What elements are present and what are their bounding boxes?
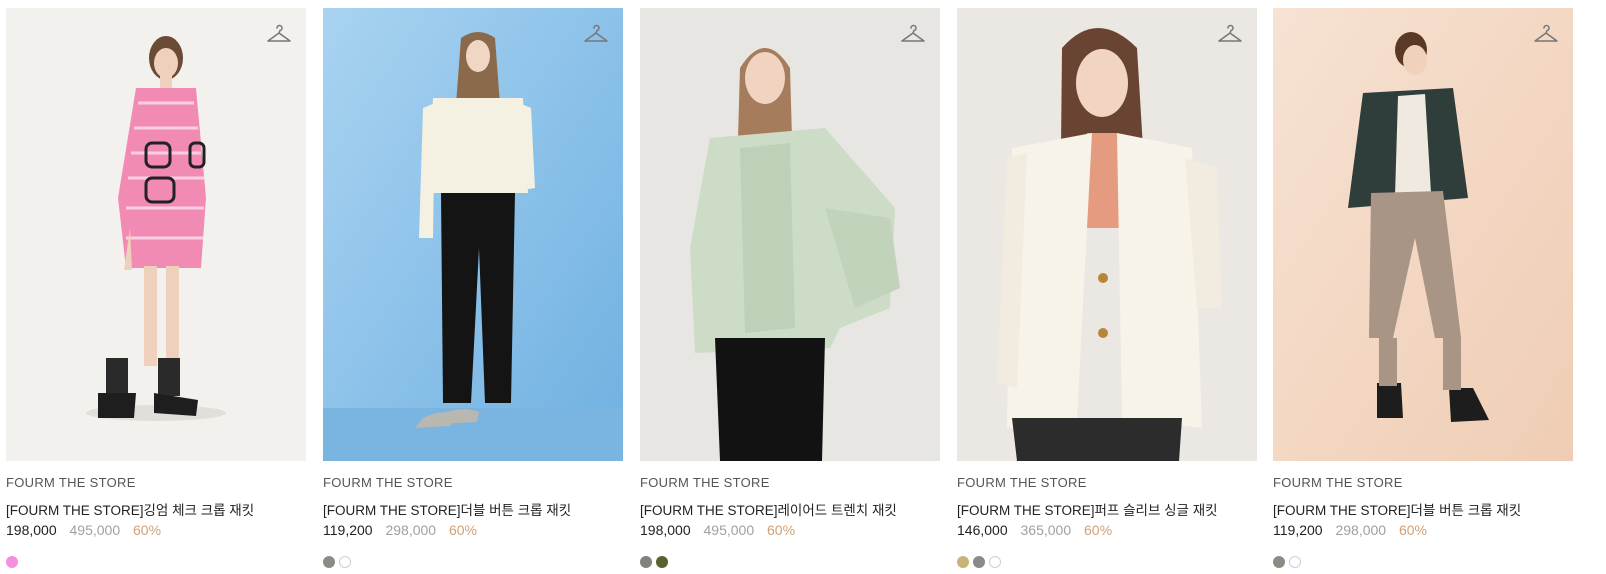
- color-swatch-pink[interactable]: [6, 556, 18, 568]
- discount-rate: 60%: [1084, 522, 1113, 538]
- product-name[interactable]: [FOURM THE STORE]더블 버튼 크롭 재킷: [1273, 499, 1573, 518]
- original-price: 298,000: [385, 522, 437, 538]
- discount-rate: 60%: [448, 522, 477, 538]
- product-image[interactable]: [1273, 8, 1573, 461]
- sale-price: 146,000: [957, 522, 1008, 538]
- product-photo: [6, 8, 306, 461]
- hanger-icon[interactable]: [1217, 22, 1243, 48]
- hanger-icon[interactable]: [583, 22, 609, 48]
- hanger-icon[interactable]: [1533, 22, 1559, 48]
- color-swatches: [6, 556, 306, 570]
- color-swatch-gray[interactable]: [1273, 556, 1285, 568]
- product-card[interactable]: FOURM THE STORE [FOURM THE STORE]깅엄 체크 크…: [6, 8, 306, 574]
- discount-rate: 60%: [767, 522, 796, 538]
- sale-price: 119,200: [1273, 522, 1323, 538]
- original-price: 365,000: [1020, 522, 1072, 538]
- brand-label[interactable]: FOURM THE STORE: [323, 475, 623, 491]
- color-swatches: [957, 556, 1257, 570]
- product-card[interactable]: FOURM THE STORE [FOURM THE STORE]더블 버튼 크…: [323, 8, 623, 574]
- product-photo: [1273, 8, 1573, 461]
- product-grid: FOURM THE STORE [FOURM THE STORE]깅엄 체크 크…: [0, 0, 1606, 574]
- product-image[interactable]: [323, 8, 623, 461]
- product-card[interactable]: FOURM THE STORE [FOURM THE STORE]더블 버튼 크…: [1273, 8, 1573, 574]
- color-swatch-gray[interactable]: [973, 556, 985, 568]
- original-price: 495,000: [69, 522, 121, 538]
- color-swatches: [640, 556, 940, 570]
- original-price: 298,000: [1335, 522, 1387, 538]
- brand-label[interactable]: FOURM THE STORE: [1273, 475, 1573, 491]
- product-name[interactable]: [FOURM THE STORE]더블 버튼 크롭 재킷: [323, 499, 623, 518]
- brand-label[interactable]: FOURM THE STORE: [957, 475, 1257, 491]
- color-swatch-white[interactable]: [989, 556, 1001, 568]
- discount-rate: 60%: [133, 522, 162, 538]
- hanger-icon[interactable]: [900, 22, 926, 48]
- product-photo: [640, 8, 940, 461]
- brand-label[interactable]: FOURM THE STORE: [640, 475, 940, 491]
- sale-price: 198,000: [640, 522, 691, 538]
- product-card[interactable]: FOURM THE STORE [FOURM THE STORE]레이어드 트렌…: [640, 8, 940, 574]
- price-row: 146,000 365,000 60%: [957, 522, 1257, 540]
- product-card[interactable]: FOURM THE STORE [FOURM THE STORE]퍼프 슬리브 …: [957, 8, 1257, 574]
- color-swatch-gray-green[interactable]: [640, 556, 652, 568]
- product-photo: [323, 8, 623, 461]
- product-photo: [957, 8, 1257, 461]
- product-image[interactable]: [957, 8, 1257, 461]
- sale-price: 198,000: [6, 522, 57, 538]
- color-swatch-gray[interactable]: [323, 556, 335, 568]
- product-name[interactable]: [FOURM THE STORE]깅엄 체크 크롭 재킷: [6, 499, 306, 518]
- price-row: 198,000 495,000 60%: [640, 522, 940, 540]
- product-image[interactable]: [640, 8, 940, 461]
- brand-label[interactable]: FOURM THE STORE: [6, 475, 306, 491]
- price-row: 119,200 298,000 60%: [323, 522, 623, 540]
- color-swatches: [1273, 556, 1573, 570]
- price-row: 119,200 298,000 60%: [1273, 522, 1573, 540]
- color-swatch-olive[interactable]: [656, 556, 668, 568]
- sale-price: 119,200: [323, 522, 373, 538]
- product-name[interactable]: [FOURM THE STORE]퍼프 슬리브 싱글 재킷: [957, 499, 1257, 518]
- color-swatch-white[interactable]: [1289, 556, 1301, 568]
- price-row: 198,000 495,000 60%: [6, 522, 306, 540]
- original-price: 495,000: [703, 522, 755, 538]
- product-name[interactable]: [FOURM THE STORE]레이어드 트렌치 재킷: [640, 499, 940, 518]
- color-swatches: [323, 556, 623, 570]
- hanger-icon[interactable]: [266, 22, 292, 48]
- product-image[interactable]: [6, 8, 306, 461]
- discount-rate: 60%: [1398, 522, 1427, 538]
- color-swatch-white[interactable]: [339, 556, 351, 568]
- color-swatch-beige[interactable]: [957, 556, 969, 568]
